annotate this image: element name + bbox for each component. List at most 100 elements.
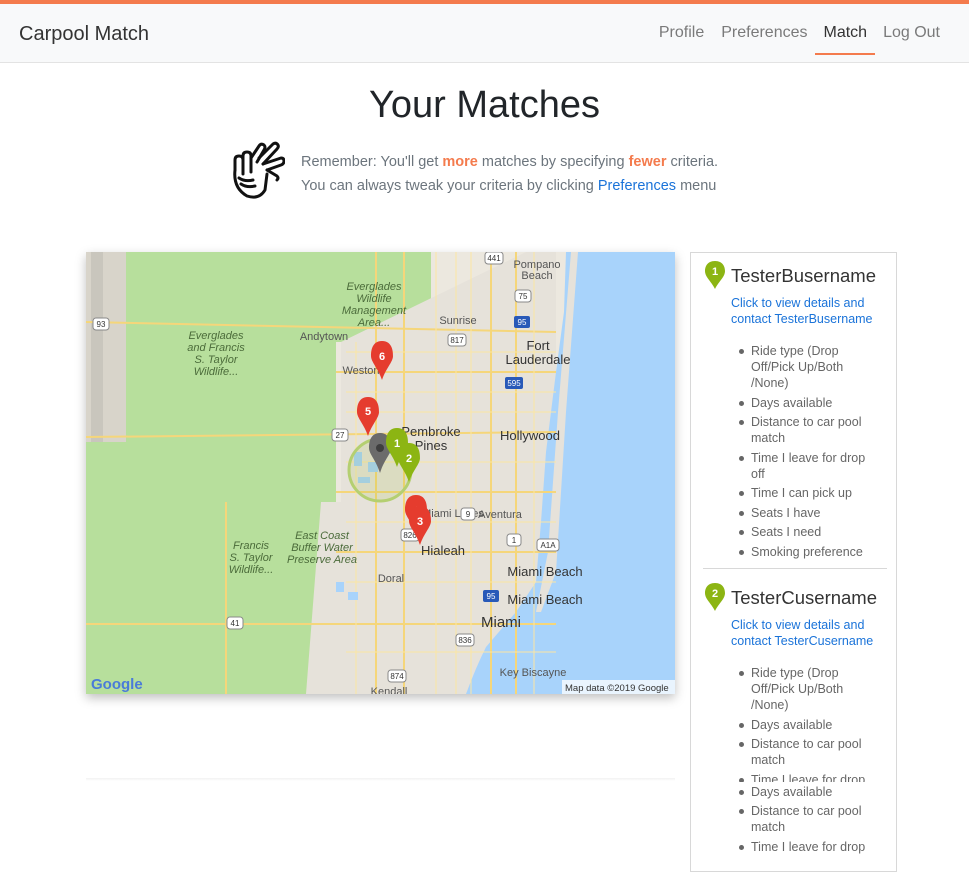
criteria-item: Distance to car pool match <box>739 414 889 446</box>
svg-text:1: 1 <box>712 266 718 278</box>
criteria-line: Distance to car pool <box>751 804 862 818</box>
map-label: Hialeah <box>421 543 465 558</box>
criteria-item: Days available <box>739 717 889 733</box>
criteria-line: match <box>751 820 786 834</box>
match-divider <box>703 568 887 569</box>
match-name: TesterBusername <box>731 265 876 286</box>
road-shield: 441 <box>484 252 504 265</box>
road-shield: 27 <box>331 428 349 442</box>
map-label: Pembroke <box>401 424 460 439</box>
tip-text-part: criteria. <box>666 154 719 170</box>
map-label: Kendall <box>371 686 408 694</box>
match-name: TesterCusername <box>731 587 878 608</box>
criteria-item: Time I can pick up <box>739 485 889 501</box>
svg-text:595: 595 <box>507 379 521 388</box>
road-shield: 595 <box>505 377 523 389</box>
nav-profile[interactable]: Profile <box>659 24 704 55</box>
google-logo: Google <box>91 676 143 693</box>
road-shield: 75 <box>514 289 532 303</box>
criteria-line: Smoking preference <box>751 544 863 559</box>
tip-fewer: fewer <box>628 154 667 170</box>
link-line[interactable]: contact TesterCusername <box>731 633 881 649</box>
map-label: Buffer Water <box>291 542 354 554</box>
map-label: Hollywood <box>500 428 560 443</box>
navbar: Carpool Match Profile Preferences Match … <box>0 4 969 63</box>
criteria-line: /None) <box>751 376 789 390</box>
map-label: Miami <box>481 614 521 631</box>
criteria-line: Distance to car pool <box>751 737 862 751</box>
svg-text:6: 6 <box>379 351 385 363</box>
nav-preferences[interactable]: Preferences <box>721 24 807 55</box>
criteria-line: Days available <box>751 784 833 799</box>
map-label: Sunrise <box>439 315 476 327</box>
criteria-item: Time I leave for drop <box>739 839 889 855</box>
view-details-link[interactable]: Click to view details and contact Tester… <box>731 617 881 649</box>
link-line[interactable]: contact TesterBusername <box>731 311 881 327</box>
map-label: S. Taylor <box>229 552 273 564</box>
svg-text:817: 817 <box>450 336 464 345</box>
criteria-line: Distance to car pool <box>751 415 862 429</box>
brand[interactable]: Carpool Match <box>19 23 149 46</box>
preferences-link[interactable]: Preferences <box>598 178 676 194</box>
criteria-line: Time I leave for drop <box>751 772 866 782</box>
road-shield: 836 <box>455 633 475 647</box>
svg-text:27: 27 <box>336 431 345 440</box>
svg-text:95: 95 <box>487 592 496 601</box>
link-line[interactable]: Click to view details and <box>731 295 881 311</box>
map-label: Area... <box>357 317 390 329</box>
criteria-item: Smoking preference <box>739 544 889 560</box>
criteria-item: Ride type (Drop Off/Pick Up/Both/None) <box>739 343 889 391</box>
map-label: S. Taylor <box>194 354 238 366</box>
criteria-line: match <box>751 431 786 445</box>
nav-menu: Profile Preferences Match Log Out <box>642 24 940 55</box>
map-label: Wildlife <box>356 293 391 305</box>
link-line[interactable]: Click to view details and <box>731 617 881 633</box>
map[interactable]: Everglades Wildlife Management Area... E… <box>86 252 675 694</box>
map-label: Key Biscayne <box>500 667 567 679</box>
map-label: Miami Beach <box>507 592 582 607</box>
svg-text:75: 75 <box>519 292 528 301</box>
tip-line-2: You can always tweak your criteria by cl… <box>301 174 718 198</box>
map-label: Management <box>342 305 407 317</box>
svg-text:93: 93 <box>97 320 106 329</box>
map-canvas[interactable]: Everglades Wildlife Management Area... E… <box>86 252 675 694</box>
map-attribution[interactable]: Map data ©2019 Google <box>565 683 669 694</box>
road-shield: 95 <box>483 590 499 602</box>
tip-more: more <box>442 154 478 170</box>
tip-line-1: Remember: You'll get more matches by spe… <box>301 150 718 174</box>
road-shield: 93 <box>92 317 110 331</box>
map-label: East Coast <box>295 530 350 542</box>
matches-list[interactable]: 1 TesterBusername Click to view details … <box>690 252 897 872</box>
view-details-link[interactable]: Click to view details and contact Tester… <box>731 295 881 327</box>
hand-gesture-icon <box>233 141 285 199</box>
criteria-list: Ride type (Drop Off/Pick Up/Both/None) Da… <box>739 343 889 563</box>
criteria-item: Distance to car pool match <box>739 803 889 835</box>
marker-pin-icon: 2 <box>705 583 725 611</box>
svg-text:441: 441 <box>487 254 501 263</box>
criteria-line: Ride type (Drop <box>751 666 839 680</box>
criteria-line: Seats I have <box>751 505 821 520</box>
map-label: Lauderdale <box>505 352 570 367</box>
svg-text:2: 2 <box>712 588 718 600</box>
map-label: Wildlife... <box>229 564 274 576</box>
map-label: Everglades <box>346 281 402 293</box>
page-title: Your Matches <box>369 84 600 126</box>
nav-logout[interactable]: Log Out <box>883 24 940 55</box>
tip-text-part: menu <box>676 178 717 194</box>
criteria-item: Distance to car pool match <box>739 736 889 768</box>
criteria-list: Ride type (Drop Off/Pick Up/Both/None) Da… <box>739 665 889 858</box>
svg-text:1: 1 <box>512 536 517 545</box>
svg-text:3: 3 <box>417 516 423 528</box>
criteria-line: Time I can pick up <box>751 486 852 500</box>
criteria-line: off <box>751 466 765 481</box>
map-label: Doral <box>378 573 404 585</box>
criteria-item: Ride type (Drop Off/Pick Up/Both/None) <box>739 665 889 713</box>
svg-text:5: 5 <box>365 406 371 418</box>
svg-text:A1A: A1A <box>540 541 556 550</box>
svg-text:95: 95 <box>518 318 527 327</box>
svg-text:836: 836 <box>458 636 472 645</box>
nav-match[interactable]: Match <box>815 24 876 55</box>
svg-text:874: 874 <box>390 672 404 681</box>
map-label: Fort <box>526 338 550 353</box>
criteria-line: Days available <box>751 395 833 410</box>
